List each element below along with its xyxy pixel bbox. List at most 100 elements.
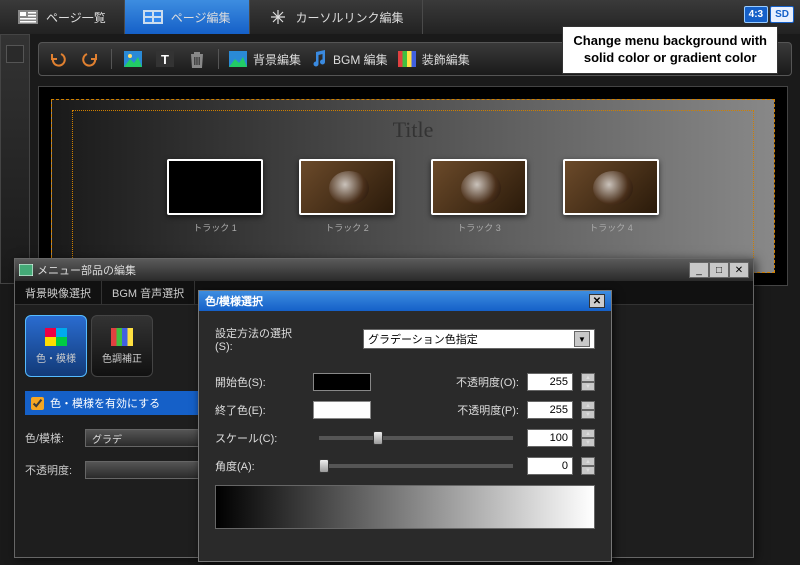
- inner-dialog-title: 色/模様選択: [205, 293, 263, 309]
- enable-checkbox-input[interactable]: [31, 397, 44, 410]
- dialog-icon: [19, 264, 33, 276]
- scale-spinner[interactable]: ▲▼: [581, 429, 595, 447]
- track-label: トラック 1: [167, 221, 263, 234]
- svg-text:T: T: [161, 52, 169, 67]
- end-color-label: 終了色(E):: [215, 402, 305, 418]
- aspect-badges: 4:3 SD: [744, 6, 794, 23]
- track-item[interactable]: トラック 3: [431, 159, 527, 234]
- color-pattern-label: 色/模様:: [25, 430, 79, 446]
- angle-label: 角度(A):: [215, 458, 305, 474]
- end-color-swatch[interactable]: [313, 401, 371, 419]
- tab-page-list[interactable]: ページ一覧: [0, 0, 125, 34]
- opacity-value-field[interactable]: [85, 461, 205, 479]
- music-note-icon: [311, 50, 327, 68]
- tooltip-callout: Change menu background with solid color …: [562, 26, 778, 74]
- menu-title[interactable]: Title: [83, 117, 743, 143]
- method-dropdown[interactable]: グラデーション色指定 ▼: [363, 329, 595, 349]
- inner-dialog-body: 設定方法の選択(S): グラデーション色指定 ▼ 開始色(S): 不透明度(O)…: [199, 311, 611, 543]
- tile-label: 色調補正: [102, 350, 142, 365]
- opacity-o-input[interactable]: [527, 373, 573, 391]
- tab-page-edit-label: ページ編集: [171, 9, 231, 26]
- inner-dialog-titlebar[interactable]: 色/模様選択 ✕: [199, 291, 611, 311]
- tile-label: 色・模様: [36, 350, 76, 365]
- method-label: 設定方法の選択(S):: [215, 325, 305, 353]
- color-bars-icon: [398, 51, 416, 67]
- enable-checkbox-label: 色・模様を有効にする: [50, 395, 160, 411]
- bg-edit-icon: [229, 51, 247, 67]
- bg-edit-button[interactable]: 背景編集: [229, 51, 301, 68]
- callout-line2: solid color or gradient color: [573, 50, 767, 67]
- enable-color-pattern-checkbox[interactable]: 色・模様を有効にする: [25, 391, 205, 415]
- scale-label: スケール(C):: [215, 430, 305, 446]
- angle-slider[interactable]: [319, 464, 513, 468]
- opacity-p-label: 不透明度(P):: [453, 402, 519, 418]
- deco-edit-button[interactable]: 装飾編集: [398, 51, 470, 68]
- tab-cursor-link-label: カーソルリンク編集: [296, 9, 404, 26]
- opacity-label: 不透明度:: [25, 462, 79, 478]
- tab-page-edit[interactable]: ページ編集: [125, 0, 250, 34]
- toolbar-separator-1: [111, 49, 112, 69]
- cursor-link-icon: [268, 9, 288, 25]
- callout-line1: Change menu background with: [573, 33, 767, 50]
- tile-color-pattern[interactable]: 色・模様: [25, 315, 87, 377]
- angle-spinner[interactable]: ▲▼: [581, 457, 595, 475]
- track-thumbnail: [167, 159, 263, 215]
- toolbar-separator-2: [218, 49, 219, 69]
- slim-button-1[interactable]: [6, 45, 24, 63]
- track-label: トラック 3: [431, 221, 527, 234]
- scale-slider[interactable]: [319, 436, 513, 440]
- opacity-p-spinner[interactable]: ▲▼: [581, 401, 595, 419]
- method-dropdown-value: グラデーション色指定: [368, 331, 478, 347]
- track-thumbnail: [431, 159, 527, 215]
- start-color-label: 開始色(S):: [215, 374, 305, 390]
- canvas-area: Title トラック 1 トラック 2 トラック 3 トラック 4: [38, 86, 788, 286]
- definition-badge: SD: [770, 6, 794, 23]
- delete-button[interactable]: [186, 48, 208, 70]
- canvas-safe-outer: Title トラック 1 トラック 2 トラック 3 トラック 4: [51, 99, 775, 273]
- chevron-down-icon: ▼: [574, 331, 590, 347]
- tab-page-list-label: ページ一覧: [46, 9, 106, 26]
- opacity-o-spinner[interactable]: ▲▼: [581, 373, 595, 391]
- track-thumbnail: [563, 159, 659, 215]
- inner-close-button[interactable]: ✕: [589, 294, 605, 308]
- track-label: トラック 2: [299, 221, 395, 234]
- aspect-ratio-badge: 4:3: [744, 6, 768, 23]
- color-pattern-value[interactable]: グラデ: [85, 429, 205, 447]
- start-color-swatch[interactable]: [313, 373, 371, 391]
- track-item[interactable]: トラック 1: [167, 159, 263, 234]
- tab-cursor-link-edit[interactable]: カーソルリンク編集: [250, 0, 423, 34]
- page-list-icon: [18, 9, 38, 25]
- track-label: トラック 4: [563, 221, 659, 234]
- redo-button[interactable]: [79, 48, 101, 70]
- angle-input[interactable]: [527, 457, 573, 475]
- close-button[interactable]: ✕: [729, 262, 749, 278]
- tone-correct-icon: [111, 328, 133, 346]
- bg-edit-label: 背景編集: [253, 51, 301, 68]
- bgm-edit-label: BGM 編集: [333, 51, 388, 68]
- modal-side-panel: 色・模様 色調補正 色・模様を有効にする 色/模様: グラデ 不透明度:: [15, 305, 215, 559]
- text-button[interactable]: T: [154, 48, 176, 70]
- image-button[interactable]: [122, 48, 144, 70]
- left-slim-bar: [0, 34, 30, 284]
- tile-tone-correct[interactable]: 色調補正: [91, 315, 153, 377]
- thumbnail-row: トラック 1 トラック 2 トラック 3 トラック 4: [83, 159, 743, 234]
- scale-input[interactable]: [527, 429, 573, 447]
- track-item[interactable]: トラック 2: [299, 159, 395, 234]
- track-thumbnail: [299, 159, 395, 215]
- opacity-o-label: 不透明度(O):: [453, 374, 519, 390]
- modal-tab-bgm-audio[interactable]: BGM 音声選択: [102, 281, 195, 304]
- track-item[interactable]: トラック 4: [563, 159, 659, 234]
- page-edit-icon: [143, 9, 163, 25]
- maximize-button[interactable]: □: [709, 262, 729, 278]
- modal-tab-bg-video[interactable]: 背景映像選択: [15, 281, 102, 304]
- color-pattern-icon: [45, 328, 67, 346]
- dialog-titlebar[interactable]: メニュー部品の編集 _ □ ✕: [15, 259, 753, 281]
- gradient-preview: [215, 485, 595, 529]
- minimize-button[interactable]: _: [689, 262, 709, 278]
- bgm-edit-button[interactable]: BGM 編集: [311, 50, 388, 68]
- deco-edit-label: 装飾編集: [422, 51, 470, 68]
- canvas-safe-inner: Title トラック 1 トラック 2 トラック 3 トラック 4: [72, 110, 754, 262]
- opacity-p-input[interactable]: [527, 401, 573, 419]
- undo-button[interactable]: [47, 48, 69, 70]
- dialog-title-text: メニュー部品の編集: [37, 262, 136, 278]
